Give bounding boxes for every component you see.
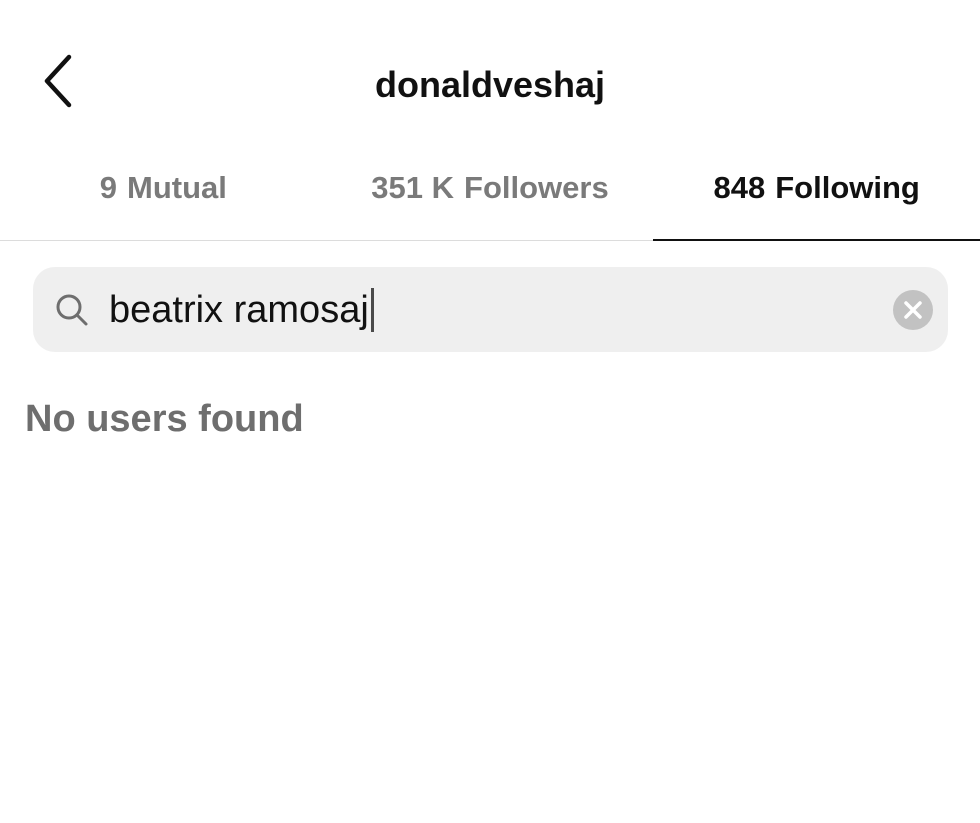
tab-bar: 9 Mutual 351 K Followers 848 Following [0, 150, 980, 241]
empty-results-message: No users found [25, 398, 304, 440]
tab-followers-label: Followers [464, 170, 609, 205]
tab-following-count: 848 [713, 170, 766, 205]
clear-icon [904, 301, 922, 319]
tab-mutual[interactable]: 9 Mutual [0, 150, 327, 240]
tab-mutual-count: 9 [99, 170, 118, 205]
search-bar[interactable]: beatrix ramosaj [33, 267, 948, 352]
tab-following-label: Following [775, 170, 920, 205]
clear-search-button[interactable] [893, 290, 933, 330]
tab-followers-count: 351 K [371, 170, 455, 205]
page-title: donaldveshaj [374, 64, 606, 105]
following-list-screen: donaldveshaj 9 Mutual 351 K Followers 84… [0, 0, 980, 823]
search-input[interactable]: beatrix ramosaj [109, 282, 879, 338]
tab-following[interactable]: 848 Following [653, 150, 980, 241]
search-input-value: beatrix ramosaj [109, 288, 369, 331]
tab-mutual-label: Mutual [127, 170, 227, 205]
text-caret [370, 288, 374, 332]
search-icon [56, 294, 88, 326]
header: donaldveshaj [0, 0, 980, 150]
tab-followers[interactable]: 351 K Followers [327, 150, 654, 240]
